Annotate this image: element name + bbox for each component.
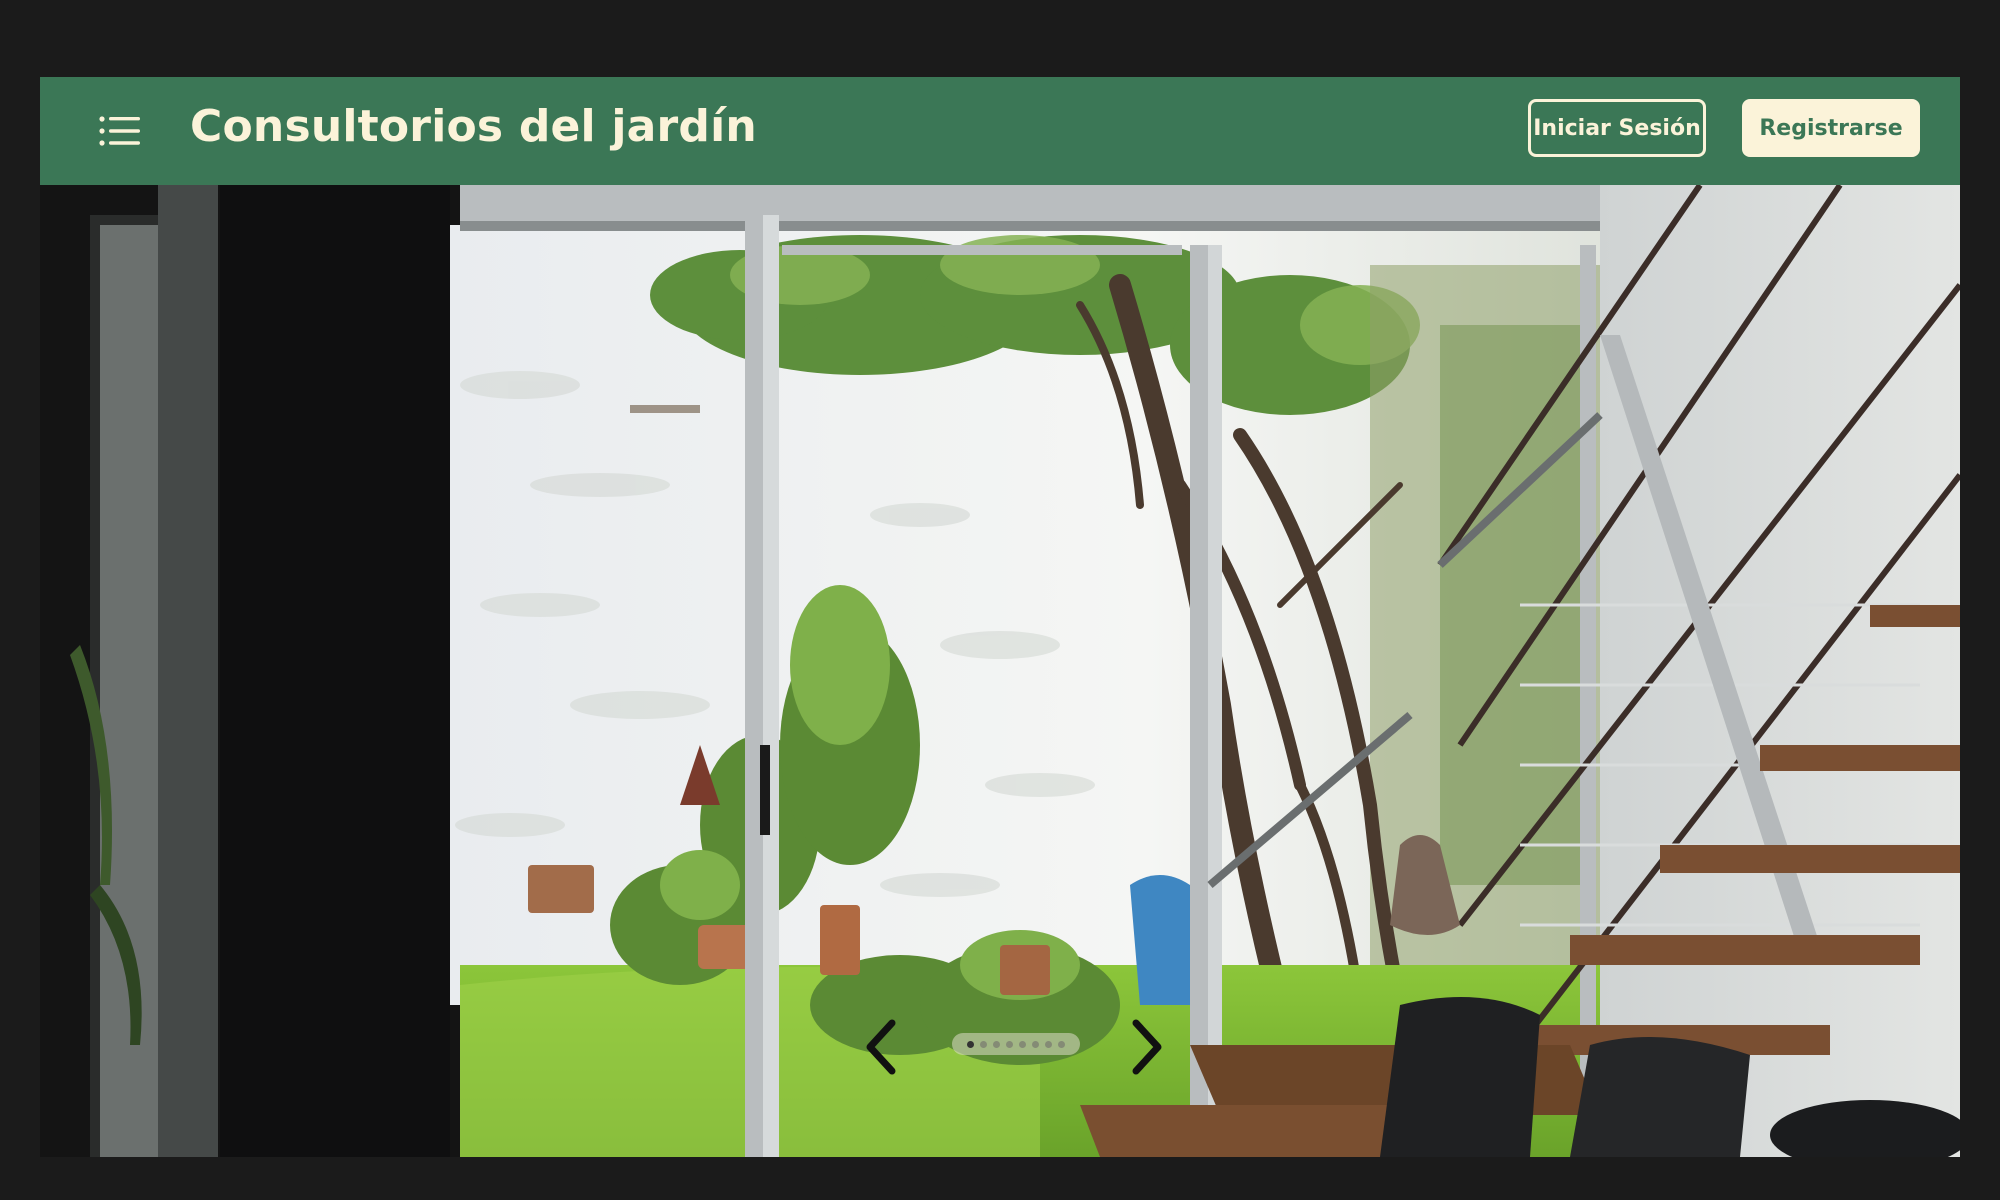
carousel-dot-7[interactable] — [1045, 1040, 1052, 1048]
carousel-dot-6[interactable] — [1032, 1040, 1039, 1048]
carousel-dot-4[interactable] — [1006, 1040, 1013, 1048]
carousel-indicators — [952, 1033, 1080, 1055]
carousel-dot-8[interactable] — [1058, 1040, 1065, 1048]
list-menu-icon[interactable] — [98, 113, 142, 149]
garden-photo — [40, 185, 1960, 1157]
register-button[interactable]: Registrarse — [1742, 99, 1920, 157]
login-button[interactable]: Iniciar Sesión — [1528, 99, 1706, 157]
chevron-right-icon — [1132, 1019, 1162, 1075]
carousel-next-button[interactable] — [1126, 1017, 1166, 1077]
top-navbar: Consultorios del jardín Iniciar Sesión R… — [40, 77, 1960, 185]
chevron-left-icon — [866, 1019, 896, 1075]
app-frame: Consultorios del jardín Iniciar Sesión R… — [40, 77, 1960, 1157]
carousel-dot-5[interactable] — [1019, 1040, 1026, 1048]
hero-carousel-image — [40, 185, 1960, 1157]
carousel-dot-3[interactable] — [993, 1040, 1000, 1048]
carousel-dot-2[interactable] — [980, 1040, 987, 1048]
site-title: Consultorios del jardín — [190, 101, 757, 152]
carousel-prev-button[interactable] — [862, 1017, 902, 1077]
carousel-dot-1[interactable] — [967, 1040, 974, 1048]
